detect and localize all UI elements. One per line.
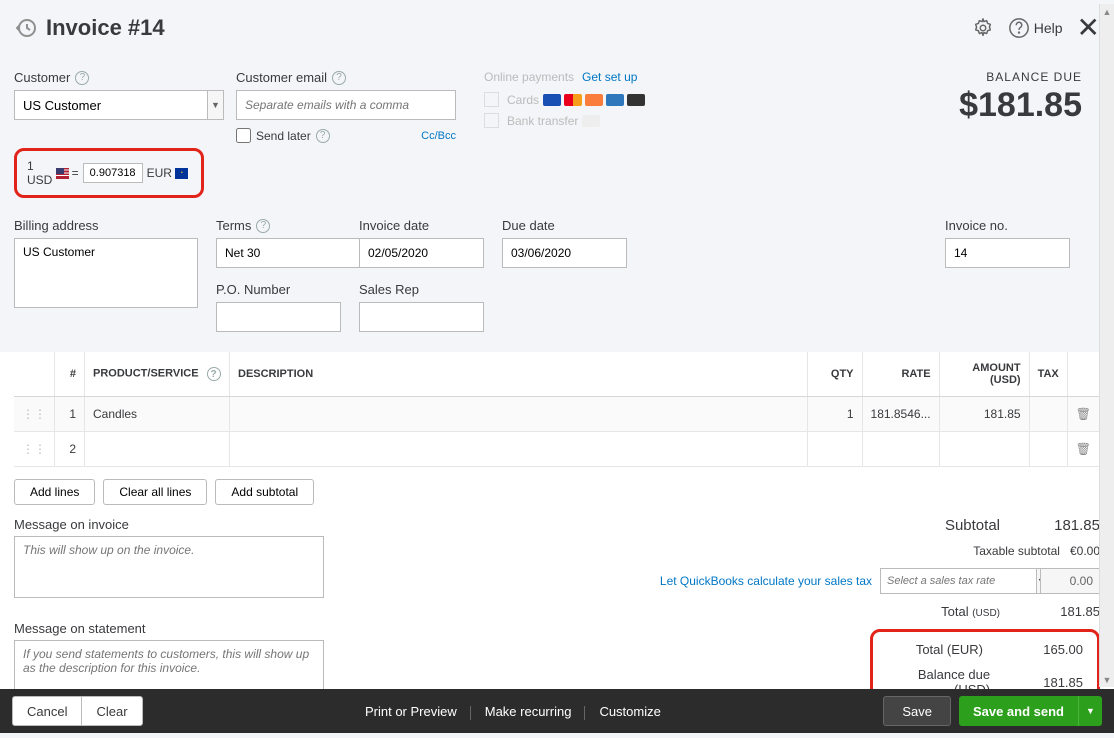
customer-label: Customer? bbox=[14, 70, 224, 85]
line-num: 1 bbox=[55, 397, 85, 432]
invoice-date-input[interactable] bbox=[359, 238, 484, 268]
help-icon[interactable]: ? bbox=[316, 129, 330, 143]
col-description: DESCRIPTION bbox=[230, 352, 808, 397]
trash-icon[interactable]: 🗑 bbox=[1067, 432, 1099, 467]
terms-label: Terms? bbox=[216, 218, 341, 233]
cards-label: Cards bbox=[507, 93, 539, 107]
line-qty[interactable] bbox=[807, 432, 862, 467]
po-number-input[interactable] bbox=[216, 302, 341, 332]
message-statement-label: Message on statement bbox=[14, 621, 324, 636]
due-date-input[interactable] bbox=[502, 238, 627, 268]
clear-button[interactable]: Clear bbox=[81, 696, 142, 726]
help-icon[interactable]: ? bbox=[75, 71, 89, 85]
flag-us-icon bbox=[56, 168, 69, 179]
line-desc[interactable] bbox=[230, 432, 808, 467]
line-amount[interactable]: 181.85 bbox=[939, 397, 1029, 432]
col-tax: TAX bbox=[1029, 352, 1067, 397]
scrollbar[interactable]: ▲ ▼ bbox=[1099, 4, 1114, 687]
trash-icon[interactable]: 🗑 bbox=[1067, 397, 1099, 432]
line-amount[interactable] bbox=[939, 432, 1029, 467]
page-title: Invoice #14 bbox=[46, 15, 958, 41]
total-usd-value: 181.85 bbox=[1010, 604, 1100, 619]
ccbcc-link[interactable]: Cc/Bcc bbox=[421, 130, 456, 142]
online-payments-label: Online payments bbox=[484, 70, 574, 84]
taxable-subtotal-value: €0.00 bbox=[1070, 544, 1100, 558]
exchange-rate-box: 1 USD = EUR bbox=[14, 148, 204, 198]
line-rate[interactable] bbox=[862, 432, 939, 467]
save-send-button[interactable]: Save and send bbox=[959, 696, 1078, 726]
balance-due-value: 181.85 bbox=[1000, 675, 1083, 690]
help-icon[interactable]: ? bbox=[256, 219, 270, 233]
help-icon[interactable]: ? bbox=[332, 71, 346, 85]
cancel-button[interactable]: Cancel bbox=[12, 696, 81, 726]
due-date-label: Due date bbox=[502, 218, 627, 233]
invoice-no-label: Invoice no. bbox=[945, 218, 1070, 233]
col-rate: RATE bbox=[862, 352, 939, 397]
billing-address-input[interactable]: US Customer bbox=[14, 238, 198, 308]
total-eur-label: Total (EUR) bbox=[916, 642, 983, 657]
sales-rep-label: Sales Rep bbox=[359, 282, 484, 297]
drag-handle[interactable]: ⋮⋮ bbox=[14, 397, 55, 432]
send-later-label: Send later bbox=[256, 129, 311, 143]
col-product: PRODUCT/SERVICE ? bbox=[85, 352, 230, 397]
line-rate[interactable]: 181.8546... bbox=[862, 397, 939, 432]
invoice-no-input[interactable] bbox=[945, 238, 1070, 268]
message-invoice-label: Message on invoice bbox=[14, 517, 324, 532]
card-icons bbox=[543, 94, 645, 106]
customize-link[interactable]: Customize bbox=[585, 704, 674, 719]
line-num: 2 bbox=[55, 432, 85, 467]
help-icon[interactable] bbox=[1008, 17, 1030, 39]
bank-checkbox bbox=[484, 113, 499, 128]
customer-select[interactable] bbox=[14, 90, 207, 120]
scroll-up-icon[interactable]: ▲ bbox=[1100, 4, 1114, 19]
line-desc[interactable] bbox=[230, 397, 808, 432]
col-qty: QTY bbox=[807, 352, 862, 397]
help-label[interactable]: Help bbox=[1034, 20, 1063, 36]
save-button[interactable]: Save bbox=[883, 696, 951, 726]
make-recurring-link[interactable]: Make recurring bbox=[471, 704, 586, 719]
calculate-tax-link[interactable]: Let QuickBooks calculate your sales tax bbox=[660, 574, 872, 588]
po-number-label: P.O. Number bbox=[216, 282, 341, 297]
subtotal-value: 181.85 bbox=[1010, 517, 1100, 534]
sales-rep-input[interactable] bbox=[359, 302, 484, 332]
scroll-down-icon[interactable]: ▼ bbox=[1100, 672, 1114, 687]
col-num: # bbox=[55, 352, 85, 397]
bank-label: Bank transfer bbox=[507, 114, 578, 128]
flag-eu-icon bbox=[175, 168, 188, 179]
chevron-down-icon[interactable]: ▼ bbox=[207, 90, 224, 120]
subtotal-label: Subtotal bbox=[945, 517, 1000, 534]
line-product[interactable]: Candles bbox=[85, 397, 230, 432]
line-qty[interactable]: 1 bbox=[807, 397, 862, 432]
exchange-rate-input[interactable] bbox=[83, 163, 143, 183]
add-lines-button[interactable]: Add lines bbox=[14, 479, 95, 505]
balance-due-label: BALANCE DUE bbox=[959, 70, 1082, 84]
help-icon[interactable]: ? bbox=[207, 367, 221, 381]
cards-checkbox bbox=[484, 92, 499, 107]
history-icon[interactable] bbox=[14, 16, 38, 40]
tax-rate-select[interactable] bbox=[880, 568, 1036, 594]
message-invoice-input[interactable] bbox=[14, 536, 324, 598]
billing-address-label: Billing address bbox=[14, 218, 198, 233]
invoice-date-label: Invoice date bbox=[359, 218, 484, 233]
add-subtotal-button[interactable]: Add subtotal bbox=[215, 479, 314, 505]
col-amount: AMOUNT (USD) bbox=[939, 352, 1029, 397]
line-product[interactable] bbox=[85, 432, 230, 467]
gear-icon[interactable] bbox=[972, 17, 994, 39]
clear-lines-button[interactable]: Clear all lines bbox=[103, 479, 207, 505]
line-tax[interactable] bbox=[1029, 432, 1067, 467]
print-preview-link[interactable]: Print or Preview bbox=[351, 704, 471, 719]
close-icon[interactable]: ✕ bbox=[1077, 14, 1100, 42]
chevron-down-icon[interactable]: ▼ bbox=[1078, 696, 1102, 726]
get-setup-link[interactable]: Get set up bbox=[582, 70, 637, 84]
drag-handle[interactable]: ⋮⋮ bbox=[14, 432, 55, 467]
line-tax[interactable] bbox=[1029, 397, 1067, 432]
tax-amount-field bbox=[1040, 568, 1100, 594]
email-label: Customer email? bbox=[236, 70, 466, 85]
email-field[interactable] bbox=[236, 90, 456, 120]
send-later-checkbox[interactable] bbox=[236, 128, 251, 143]
taxable-subtotal-label: Taxable subtotal bbox=[973, 544, 1060, 558]
balance-due-amount: $181.85 bbox=[959, 86, 1082, 125]
total-eur-value: 165.00 bbox=[993, 642, 1083, 657]
total-usd-label: Total (USD) bbox=[941, 604, 1000, 619]
